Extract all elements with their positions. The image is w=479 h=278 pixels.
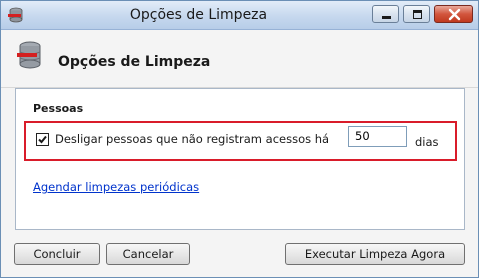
dialog-window: Opções de Limpeza Opções de Limpeza Pess…: [0, 0, 479, 278]
close-button[interactable]: [434, 5, 473, 23]
group-label-pessoas: Pessoas: [33, 102, 84, 115]
concluir-button[interactable]: Concluir: [14, 243, 100, 265]
close-icon: [448, 8, 461, 21]
execute-cleanup-now-button[interactable]: Executar Limpeza Agora: [285, 243, 465, 265]
days-input[interactable]: 50: [348, 126, 407, 147]
dialog-header: Opções de Limpeza: [1, 30, 478, 88]
minimize-button[interactable]: [372, 5, 399, 23]
checkmark-icon: [38, 135, 47, 144]
cancelar-button[interactable]: Cancelar: [106, 243, 190, 265]
title-bar[interactable]: Opções de Limpeza: [1, 1, 478, 30]
days-unit-label: dias: [415, 135, 439, 149]
minimize-icon: [382, 16, 391, 19]
options-panel: Pessoas Desligar pessoas que não registr…: [15, 88, 465, 230]
disconnect-inactive-label[interactable]: Desligar pessoas que não registram acess…: [55, 132, 329, 146]
window-title: Opções de Limpeza: [129, 7, 268, 23]
highlighted-option-row: Desligar pessoas que não registram acess…: [24, 121, 457, 161]
schedule-cleanups-link[interactable]: Agendar limpezas periódicas: [33, 180, 199, 194]
maximize-icon: [413, 10, 422, 19]
dialog-heading: Opções de Limpeza: [58, 54, 211, 70]
database-delete-icon: [17, 41, 43, 71]
maximize-button[interactable]: [403, 5, 430, 23]
disconnect-inactive-checkbox[interactable]: [36, 133, 49, 146]
